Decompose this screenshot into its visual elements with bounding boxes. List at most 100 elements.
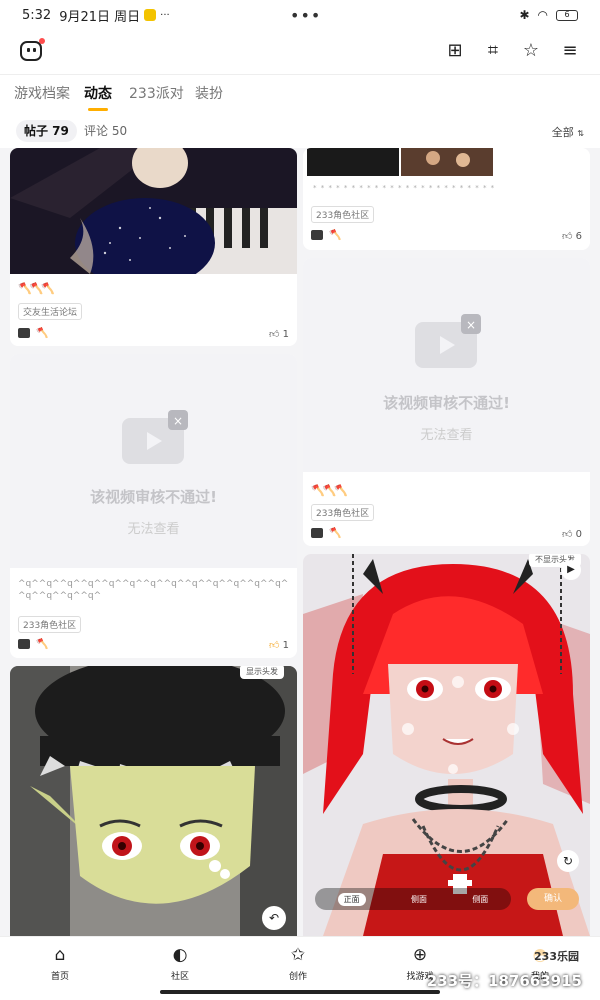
axe-icon: 🪓 bbox=[329, 230, 342, 241]
undo-icon[interactable]: ↶ bbox=[262, 906, 286, 930]
nav-create-label: 创作 bbox=[288, 972, 307, 982]
axe-emojis: 🪓🪓🪓 bbox=[311, 484, 348, 497]
thumbs-up-filled-icon: 👍︎ bbox=[268, 640, 280, 651]
status-date: 9月21日 周日 bbox=[59, 9, 141, 25]
cannot-view-text: 无法查看 bbox=[127, 522, 180, 537]
like-count: 6 bbox=[575, 231, 582, 242]
view-angle-selector[interactable]: 正面 侧面 侧面 bbox=[315, 888, 511, 910]
status-bar: 5:32 9月21日 周日 ··· ••• ✱ ◠ 6 bbox=[0, 0, 600, 30]
multitask-dots-icon[interactable]: ••• bbox=[290, 6, 321, 25]
logo-eye bbox=[33, 48, 36, 52]
angle-front[interactable]: 正面 bbox=[337, 892, 366, 906]
show-hair-toggle[interactable]: 显示头发 bbox=[240, 666, 284, 679]
avatar bbox=[18, 639, 30, 649]
notification-app-icon bbox=[144, 9, 157, 21]
axe-icon: 🪓 bbox=[329, 528, 342, 539]
filter-dropdown[interactable]: 全部 ⇅ bbox=[552, 124, 584, 140]
confirm-label: 确认 bbox=[543, 894, 562, 904]
axe-icon: 🪓 bbox=[36, 639, 49, 650]
battery-level: 6 bbox=[564, 9, 570, 19]
planet-icon: ◐ bbox=[172, 945, 188, 965]
watermark-text: 233号：187663915 bbox=[426, 972, 582, 990]
post-tag[interactable]: 233角色社区 bbox=[311, 504, 375, 521]
nav-community-label: 社区 bbox=[170, 972, 189, 982]
post-card[interactable]: 🪓🪓🪓 交友生活论坛 🪓 👍︎ 1 bbox=[10, 148, 297, 346]
axe-emojis: 🪓🪓🪓 bbox=[18, 282, 55, 295]
play-icon[interactable]: ▶ bbox=[561, 560, 581, 580]
nav-home-label: 首页 bbox=[50, 972, 69, 982]
watermark-logo: 233乐园 bbox=[531, 948, 582, 964]
star-icon[interactable]: ☆ bbox=[520, 40, 542, 62]
tab-233-party[interactable]: 233派对 bbox=[129, 83, 184, 103]
status-right: ✱ ◠ 6 bbox=[519, 8, 578, 22]
thumbs-up-icon: 👍︎ bbox=[268, 329, 280, 340]
author-info: 🪓 bbox=[311, 528, 341, 539]
locked-video-icon: × bbox=[415, 314, 481, 368]
author-info: 🪓 bbox=[311, 230, 341, 241]
battery-icon: 6 bbox=[556, 9, 578, 21]
show-hair-label: 显示头发 bbox=[246, 667, 278, 676]
nav-home[interactable]: ⌂ 首页 bbox=[30, 945, 90, 982]
tab-game-archive[interactable]: 游戏档案 bbox=[14, 83, 70, 103]
tab-outfit[interactable]: 装扮 bbox=[195, 83, 223, 103]
like-button[interactable]: 👍︎ 1 bbox=[269, 328, 289, 340]
post-card[interactable]: * * * * * * * * * * * * * * * * * * * * … bbox=[303, 148, 590, 250]
post-tag[interactable]: 233角色社区 bbox=[18, 616, 82, 633]
post-card[interactable]: 显示头发 ↶ bbox=[10, 666, 297, 936]
gamepad-icon: ⊕ bbox=[412, 945, 428, 965]
post-thumbnail bbox=[10, 148, 297, 274]
locked-video-icon: × bbox=[122, 410, 188, 464]
author-info: 🪓 bbox=[18, 639, 48, 650]
app-logo-icon[interactable] bbox=[20, 38, 45, 61]
like-count: 1 bbox=[282, 640, 289, 651]
bluetooth-icon: ✱ bbox=[519, 8, 530, 22]
home-indicator bbox=[160, 990, 440, 994]
post-card[interactable]: × 该视频审核不通过! 无法查看 ^q^^q^^q^^q^^q^^q^^q^^q… bbox=[10, 354, 297, 658]
post-tag[interactable]: 233角色社区 bbox=[311, 206, 375, 223]
avatar bbox=[311, 230, 323, 240]
review-failed-text: 该视频审核不通过! bbox=[90, 488, 217, 506]
apps-icon[interactable]: ⊞ bbox=[444, 40, 466, 62]
filter-label: 全部 bbox=[551, 126, 574, 139]
like-button[interactable]: 👍︎ 1 bbox=[269, 639, 289, 651]
status-time: 5:32 bbox=[22, 7, 52, 23]
cannot-view-text: 无法查看 bbox=[420, 428, 473, 443]
post-card[interactable]: 不显示头发 ▶ ↻ 正面 侧面 侧面 确认 bbox=[303, 554, 590, 936]
tab-moments[interactable]: 动态 bbox=[84, 83, 112, 111]
like-button[interactable]: 👍︎ 6 bbox=[562, 230, 582, 242]
home-icon: ⌂ bbox=[54, 945, 66, 965]
sub-tabs: 帖子 79 评论 50 全部 ⇅ bbox=[0, 114, 600, 148]
post-caption-dots: * * * * * * * * * * * * * * * * * * * * … bbox=[313, 184, 496, 192]
svg-text:×: × bbox=[466, 318, 476, 332]
avatar bbox=[18, 328, 30, 338]
angle-side[interactable]: 侧面 bbox=[411, 894, 427, 905]
watermark: 233乐园 233号：187663915 bbox=[426, 948, 582, 991]
wifi-icon: ◠ bbox=[537, 8, 548, 22]
axe-icon: 🪓 bbox=[36, 328, 49, 339]
confirm-button[interactable]: 确认 bbox=[527, 888, 579, 910]
nav-create[interactable]: ✩ 创作 bbox=[268, 945, 328, 982]
post-tag[interactable]: 交友生活论坛 bbox=[18, 303, 83, 320]
like-count: 1 bbox=[282, 329, 289, 340]
angle-side-2[interactable]: 侧面 bbox=[472, 894, 488, 905]
chip-posts[interactable]: 帖子 79 bbox=[16, 120, 77, 142]
scan-icon[interactable]: ⌗ bbox=[482, 40, 504, 62]
refresh-icon[interactable]: ↻ bbox=[557, 850, 579, 872]
top-bar: ⊞ ⌗ ☆ ≡ bbox=[0, 30, 600, 74]
post-caption: ^q^^q^^q^^q^^q^^q^^q^^q^^q^^q^^q^^q^^q^^… bbox=[18, 579, 289, 601]
like-count: 0 bbox=[575, 529, 582, 540]
like-button[interactable]: 👍︎ 0 bbox=[562, 528, 582, 540]
video-rejected-placeholder: × 该视频审核不通过! 无法查看 bbox=[303, 258, 590, 472]
thumbs-up-icon: 👍︎ bbox=[561, 231, 573, 242]
video-rejected-placeholder: × 该视频审核不通过! 无法查看 bbox=[10, 354, 297, 568]
star-create-icon: ✩ bbox=[290, 945, 306, 965]
character-image bbox=[10, 666, 297, 936]
profile-tabs: 游戏档案 动态 233派对 装扮 bbox=[0, 74, 600, 114]
nav-community[interactable]: ◐ 社区 bbox=[150, 945, 210, 982]
avatar bbox=[311, 528, 323, 538]
logo-eye bbox=[27, 48, 30, 52]
post-card[interactable]: × 该视频审核不通过! 无法查看 🪓🪓🪓 233角色社区 🪓 👍︎ 0 bbox=[303, 258, 590, 546]
character-image bbox=[303, 554, 590, 936]
menu-icon[interactable]: ≡ bbox=[559, 40, 581, 62]
chip-comments[interactable]: 评论 50 bbox=[76, 120, 135, 142]
